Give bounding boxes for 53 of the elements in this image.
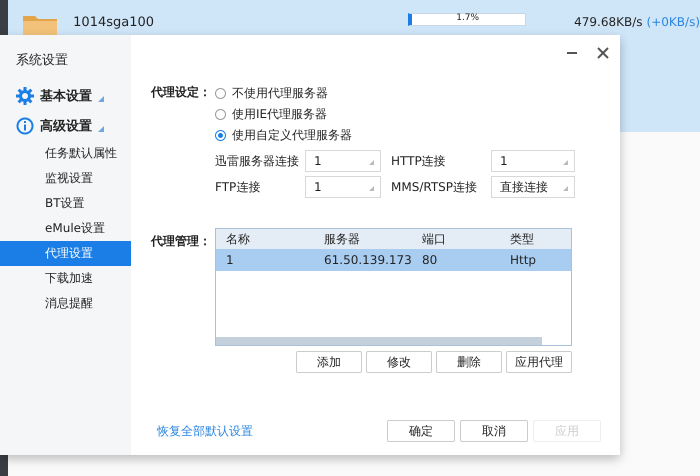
column-header[interactable]: 类型 [500,230,570,248]
sidebar-item[interactable]: eMule设置 [0,216,131,241]
radio-option[interactable]: 不使用代理服务器 [215,83,575,104]
expand-triangle-icon [98,96,104,102]
action-button[interactable]: 应用代理 [506,351,572,373]
column-header[interactable]: 名称 [216,230,314,248]
sidebar-item[interactable]: 任务默认属性 [0,141,131,166]
sidebar-item[interactable]: 监视设置 [0,166,131,191]
dialog-title: 系统设置 [15,52,69,69]
dropdown[interactable]: 1 [305,150,381,172]
expand-triangle-icon [98,126,104,132]
speed-delta: (+0KB/s) [646,14,700,29]
progress-bar: 1.7% [408,13,526,26]
field-label: 迅雷服务器连接 [215,152,300,170]
sidebar-group[interactable]: 高级设置 [0,111,131,141]
download-speed: 479.68KB/s [574,14,643,29]
table-cell-text: 1 [225,253,235,267]
sidebar-group[interactable]: 基本设置 [0,81,131,111]
radio-option[interactable]: 使用IE代理服务器 [215,104,575,125]
field-label: FTP连接 [215,178,262,196]
scrollbar-thumb[interactable] [216,337,542,345]
table-row[interactable]: 1 61.50.139.173 80 Http [216,249,571,271]
sidebar-item[interactable]: 代理设置 [0,241,131,266]
action-button[interactable]: 删除 [436,351,502,373]
task-name: 1014sga100 [73,14,156,30]
resize-corner-icon [563,160,568,165]
section-label: 代理设定： [151,84,212,101]
action-button[interactable]: 修改 [366,351,432,373]
dropdown[interactable]: 1 [305,176,381,198]
sidebar-item[interactable]: 消息提醒 [0,291,131,316]
sidebar-item[interactable]: 下载加速 [0,266,131,291]
table-cell-text: Http [509,253,538,267]
resize-corner-icon [563,186,568,191]
field-label: HTTP连接 [391,152,447,170]
radio-option[interactable]: 使用自定义代理服务器 [215,125,575,146]
section-label: 代理管理： [151,233,212,250]
action-button[interactable]: 添加 [296,351,362,373]
dropdown[interactable]: 直接连接 [491,176,575,198]
resize-corner-icon [369,186,374,191]
column-header[interactable]: 端口 [412,230,500,248]
dialog-button[interactable]: 确定 [387,420,455,442]
field-label: MMS/RTSP连接 [391,178,478,196]
restore-defaults-link[interactable]: 恢复全部默认设置 [157,422,253,440]
column-header[interactable]: 服务器 [314,230,412,248]
resize-corner-icon [369,160,374,165]
close-icon[interactable] [597,47,609,59]
info-icon [16,117,34,135]
table-cell-text: 80 [421,253,438,267]
sidebar-item[interactable]: BT设置 [0,191,131,216]
dropdown[interactable]: 1 [491,150,575,172]
table-cell-text: 61.50.139.173 [323,253,412,267]
dialog-button[interactable]: 取消 [460,420,528,442]
gear-icon [16,87,34,105]
